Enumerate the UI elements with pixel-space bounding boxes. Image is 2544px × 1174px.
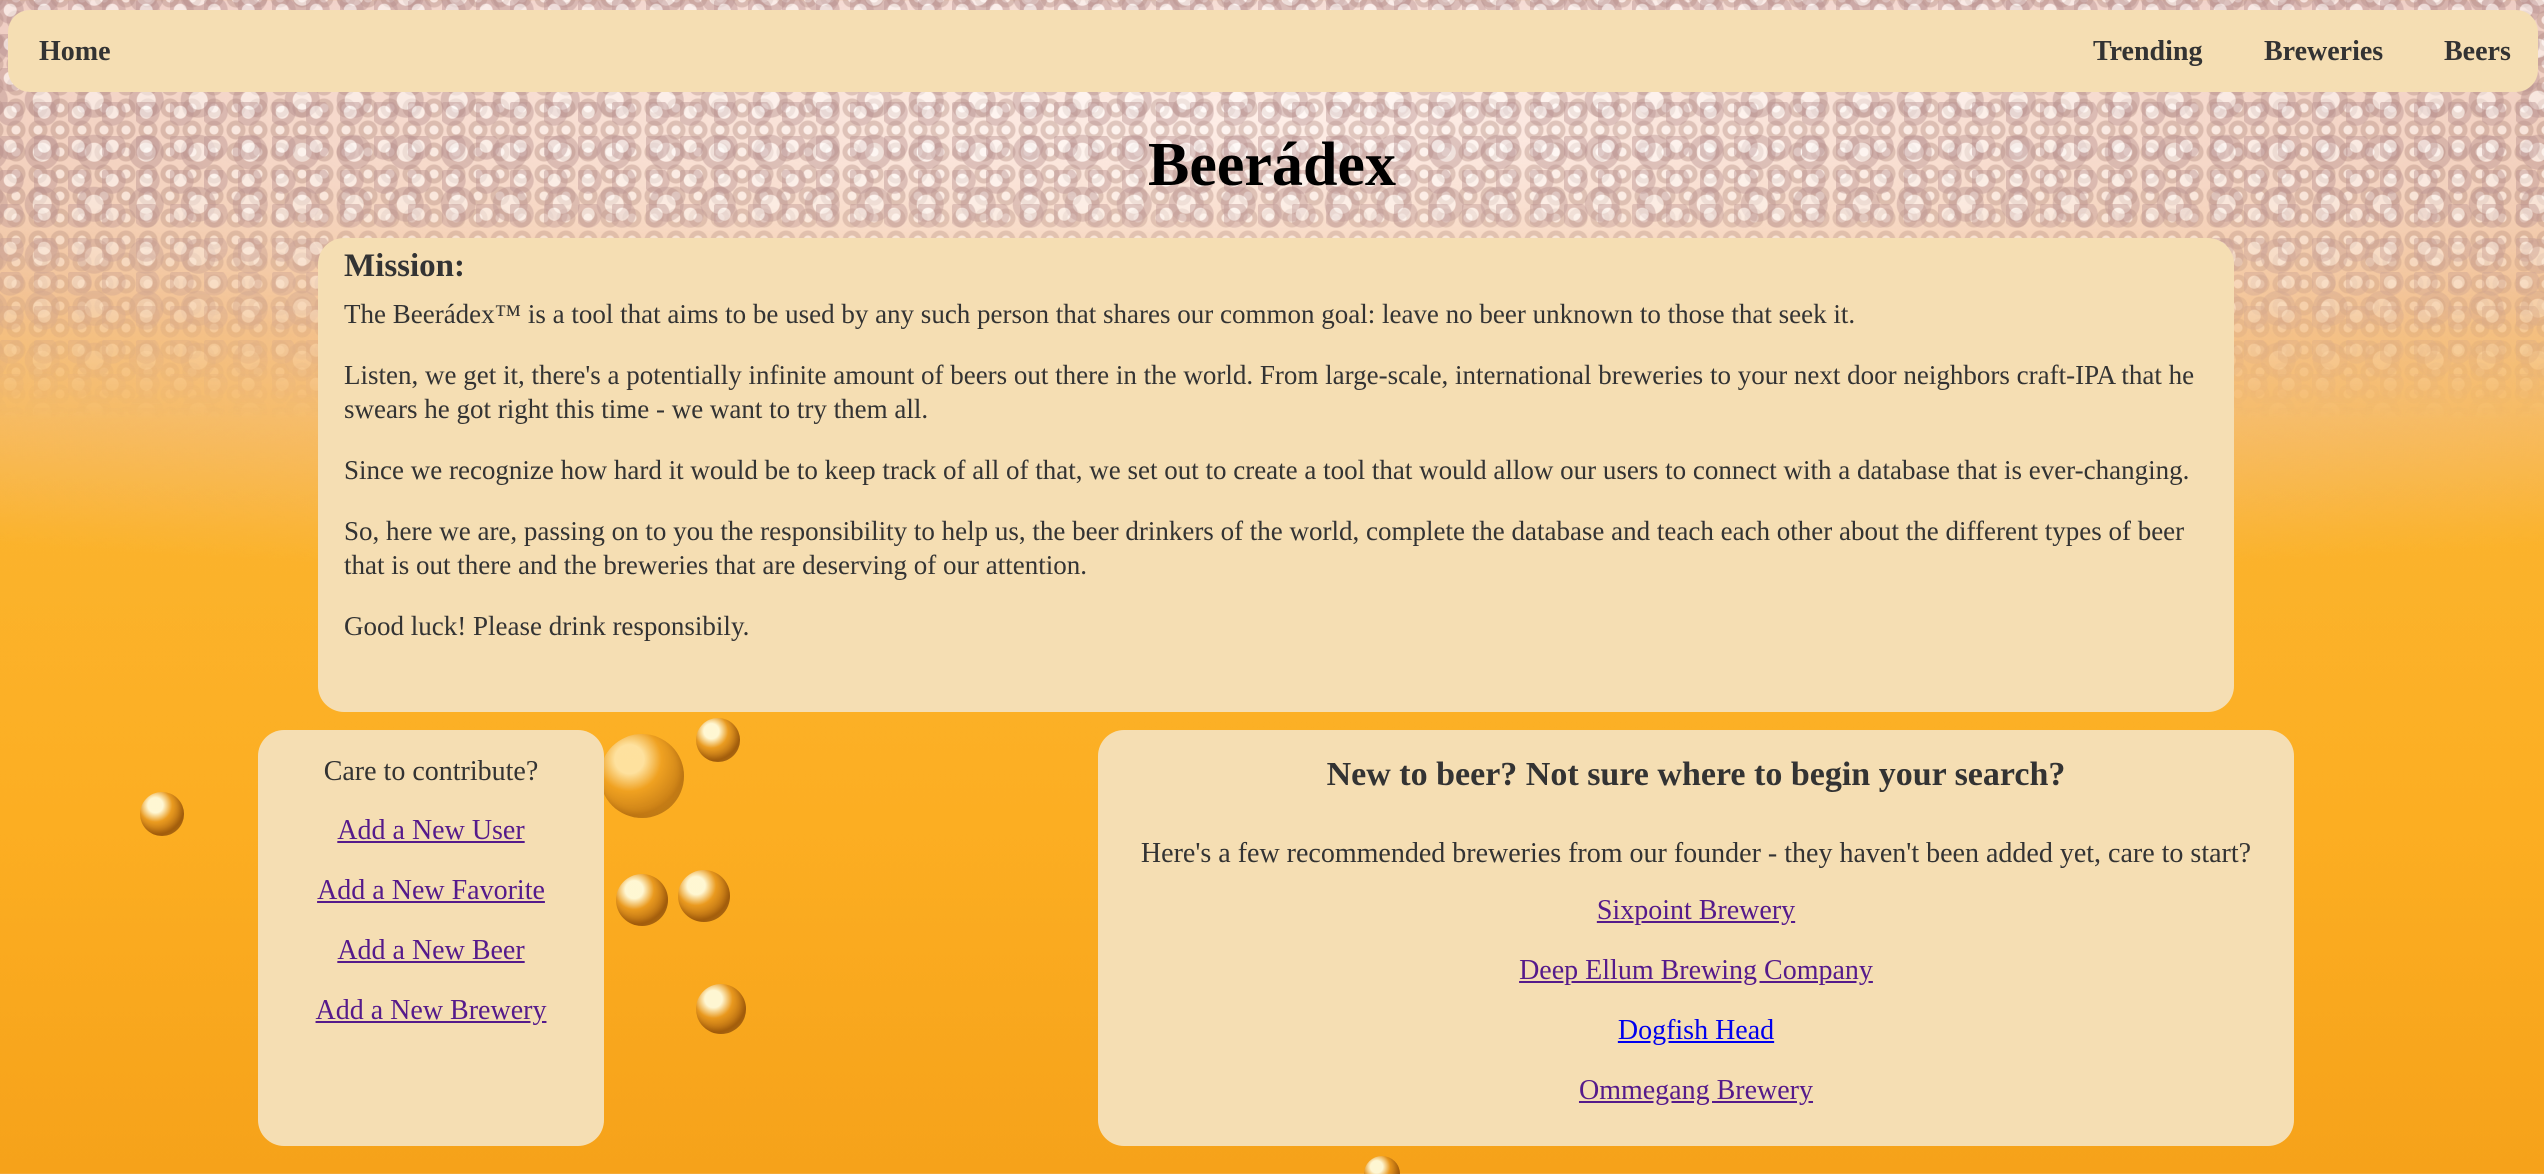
mission-paragraph: Listen, we get it, there's a potentially…	[344, 360, 2195, 424]
bubble-decoration	[696, 718, 740, 762]
add-new-brewery-link[interactable]: Add a New Brewery	[258, 995, 604, 1027]
brewery-link-deep-ellum[interactable]: Deep Ellum Brewing Company	[1098, 955, 2294, 987]
bubble-decoration	[616, 874, 668, 926]
nav-home-link[interactable]: Home	[39, 10, 111, 92]
bubble-decoration	[696, 984, 746, 1034]
brewery-link-dogfish-head[interactable]: Dogfish Head	[1098, 1015, 2294, 1047]
page-title: Beerádex	[1148, 131, 1396, 199]
top-nav-bar: Home Trending Breweries Beers	[8, 10, 2538, 92]
bubble-decoration	[1364, 1156, 1400, 1174]
brewery-link-ommegang[interactable]: Ommegang Brewery	[1098, 1075, 2294, 1107]
nav-beers-link[interactable]: Beers	[2444, 10, 2511, 92]
nav-trending-link[interactable]: Trending	[2093, 10, 2202, 92]
bubble-decoration	[600, 734, 684, 818]
contribute-panel: Care to contribute? Add a New User Add a…	[258, 730, 604, 1146]
bubble-decoration	[140, 792, 184, 836]
add-new-user-link[interactable]: Add a New User	[258, 815, 604, 847]
contribute-heading: Care to contribute?	[323, 756, 539, 787]
add-new-beer-link[interactable]: Add a New Beer	[258, 935, 604, 967]
recommendations-intro: Here's a few recommended breweries from …	[1140, 838, 2252, 869]
mission-panel: Mission: The Beerádex™ is a tool that ai…	[318, 238, 2234, 712]
mission-paragraph: Good luck! Please drink responsibily.	[344, 611, 750, 641]
brewery-link-sixpoint[interactable]: Sixpoint Brewery	[1098, 895, 2294, 927]
mission-paragraph: The Beerádex™ is a tool that aims to be …	[344, 299, 1856, 329]
add-new-favorite-link[interactable]: Add a New Favorite	[258, 875, 604, 907]
nav-breweries-link[interactable]: Breweries	[2264, 10, 2383, 92]
bubble-decoration	[678, 870, 730, 922]
mission-paragraph: So, here we are, passing on to you the r…	[344, 516, 2185, 580]
mission-paragraph: Since we recognize how hard it would be …	[344, 455, 2190, 485]
recommendations-panel: New to beer? Not sure where to begin you…	[1098, 730, 2294, 1146]
recommendations-heading: New to beer? Not sure where to begin you…	[1326, 756, 2066, 793]
mission-heading: Mission:	[344, 248, 466, 284]
